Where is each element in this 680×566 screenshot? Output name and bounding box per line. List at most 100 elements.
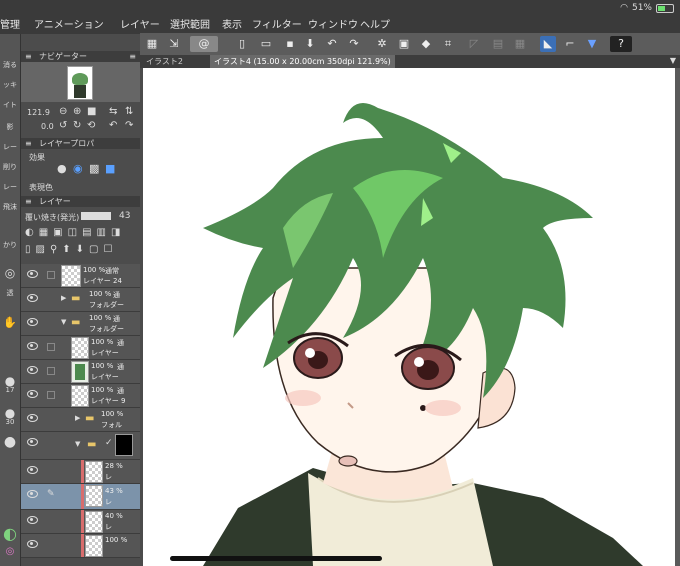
zoom-icon[interactable]: ◎ xyxy=(0,266,20,280)
menu-help[interactable]: ヘルプ xyxy=(360,16,390,31)
tool-splash[interactable]: 飛沫 xyxy=(0,202,20,212)
home-indicator[interactable] xyxy=(170,556,382,561)
color-ring-icon[interactable]: ◎ xyxy=(0,546,20,557)
color-wheel-icon[interactable]: ◐ xyxy=(0,524,20,543)
layer-row[interactable]: 100 % 通常 レイヤー 24 xyxy=(21,264,140,288)
drawing-canvas[interactable] xyxy=(143,68,675,566)
eye-icon[interactable] xyxy=(27,318,38,326)
layer-row[interactable]: 100 % 通 レイヤー xyxy=(21,360,140,384)
layer-row[interactable]: 100 % 通 レイヤー xyxy=(21,336,140,360)
folder-expand-icon[interactable]: ▶ xyxy=(61,294,66,302)
tool-sketch[interactable]: ッキ xyxy=(0,80,20,90)
layer-row-selected[interactable]: ✎ 43 % レ xyxy=(21,484,140,510)
rotate-ccw-icon[interactable]: ↶ xyxy=(109,120,117,131)
open-folder-icon[interactable]: ▭ xyxy=(258,36,274,52)
tool-kari[interactable]: かり xyxy=(0,240,20,250)
tool-light[interactable]: イト xyxy=(0,100,20,110)
eye-icon[interactable] xyxy=(27,414,38,422)
menu-manage[interactable]: 管理 xyxy=(0,16,20,31)
tab-illust2[interactable]: イラスト2 xyxy=(142,55,187,68)
tab-menu-icon[interactable]: ▼ xyxy=(670,56,676,65)
rotate-cw-icon[interactable]: ↷ xyxy=(125,120,133,131)
layer-tools-row2[interactable]: ▯▨⚲⬆⬇▢☐ xyxy=(25,244,136,260)
blend-mode-select[interactable]: 覆い焼き(発光) xyxy=(25,212,79,223)
eye-icon[interactable] xyxy=(27,438,38,446)
effect-checker-icon[interactable]: ▩ xyxy=(89,162,99,175)
tool-erase[interactable]: 消る xyxy=(0,60,20,70)
zoom-in-icon[interactable]: ⊕ xyxy=(73,106,81,117)
folder-collapse-icon[interactable]: ▼ xyxy=(61,318,66,326)
transform-icon[interactable]: ⇲ xyxy=(166,36,182,52)
eye-icon[interactable] xyxy=(27,490,38,498)
snap-grid-icon[interactable]: ▤ xyxy=(490,36,506,52)
swirl-icon[interactable]: @ xyxy=(190,36,218,52)
eye-icon[interactable] xyxy=(27,342,38,350)
rotate-reset-icon[interactable]: ⟲ xyxy=(87,120,95,131)
effect-tone-icon[interactable]: ◉ xyxy=(73,162,83,175)
menu-animation[interactable]: アニメーション xyxy=(34,16,104,31)
layer-row[interactable]: 28 % レ xyxy=(21,460,140,484)
folder-collapse-icon[interactable]: ▼ xyxy=(75,440,80,448)
fill-icon[interactable]: ◆ xyxy=(418,36,434,52)
snap-off-icon[interactable]: ◸ xyxy=(466,36,482,52)
effect-color-icon[interactable]: ■ xyxy=(105,162,115,175)
layer-row[interactable]: ▶ ▬ 100 % 通 フォルダー xyxy=(21,288,140,312)
loading-icon[interactable]: ✲ xyxy=(374,36,390,52)
layer-row[interactable]: ▼ ▬ 100 % 通 フォルダー xyxy=(21,312,140,336)
menu-layer[interactable]: レイヤー xyxy=(120,16,160,31)
tool-ray1[interactable]: レー xyxy=(0,142,20,152)
layer-row[interactable]: 100 % xyxy=(21,534,140,558)
redo-icon[interactable]: ↷ xyxy=(346,36,362,52)
fit-icon[interactable]: ■ xyxy=(87,106,96,117)
eye-icon[interactable] xyxy=(27,516,38,524)
lock-checkbox[interactable] xyxy=(47,391,55,399)
eye-icon[interactable] xyxy=(27,466,38,474)
layer-row[interactable]: 40 % レ xyxy=(21,510,140,534)
brush-dot3-icon[interactable]: ● xyxy=(0,434,20,450)
menu-view[interactable]: 表示 xyxy=(222,16,242,31)
lock-checkbox[interactable] xyxy=(47,343,55,351)
ruler-icon[interactable]: ◣ xyxy=(540,36,556,52)
tool-toumei[interactable]: 透 xyxy=(0,288,20,298)
canvas-scrollbar[interactable] xyxy=(675,68,680,566)
rotate-left-icon[interactable]: ↺ xyxy=(59,120,67,131)
opacity-slider[interactable] xyxy=(81,212,111,220)
save-icon[interactable]: ▪ xyxy=(282,36,298,52)
grid-menu-icon[interactable]: ▦ xyxy=(144,36,160,52)
layer-row[interactable]: ▶ ▬ 100 % フォル xyxy=(21,408,140,432)
eye-icon[interactable] xyxy=(27,366,38,374)
hand-icon[interactable]: ✋ xyxy=(0,316,20,329)
tool-shadow[interactable]: 影 xyxy=(0,122,20,132)
check-icon[interactable]: ✓ xyxy=(105,438,113,448)
brush-settings-icon[interactable]: ⌐ xyxy=(562,36,578,52)
flip-v-icon[interactable]: ⇅ xyxy=(125,106,133,117)
snap-special-icon[interactable]: ▦ xyxy=(512,36,528,52)
crop-icon[interactable]: ⌗ xyxy=(440,36,456,52)
rotate-right-icon[interactable]: ↻ xyxy=(73,120,81,131)
tab-illust4[interactable]: イラスト4 (15.00 x 20.00cm 350dpi 121.9%) xyxy=(210,55,395,68)
menu-window[interactable]: ウィンドウ xyxy=(308,16,358,31)
panel-menu-icon[interactable]: ≡ xyxy=(129,51,136,62)
menu-filter[interactable]: フィルター xyxy=(252,16,302,31)
eye-icon[interactable] xyxy=(27,540,38,548)
tool-shave[interactable]: 削り xyxy=(0,162,20,172)
undo-icon[interactable]: ↶ xyxy=(324,36,340,52)
layer-tools-row1[interactable]: ◐▦▣◫▤▥◨ xyxy=(25,227,136,243)
menu-selection[interactable]: 選択範囲 xyxy=(170,16,210,31)
flip-h-icon[interactable]: ⇆ xyxy=(109,106,117,117)
eye-icon[interactable] xyxy=(27,294,38,302)
tool-ray2[interactable]: レー xyxy=(0,182,20,192)
lock-checkbox[interactable] xyxy=(47,367,55,375)
effect-border-icon[interactable]: ● xyxy=(57,162,67,175)
navigator-preview[interactable] xyxy=(21,62,140,102)
help-icon[interactable]: ? xyxy=(610,36,632,52)
export-icon[interactable]: ⬇ xyxy=(302,36,318,52)
pen-icon[interactable]: ▼ xyxy=(584,36,600,52)
new-file-icon[interactable]: ▯ xyxy=(234,36,250,52)
clear-icon[interactable]: ▣ xyxy=(396,36,412,52)
layer-row[interactable]: ▼ ▬ ✓ xyxy=(21,432,140,460)
eye-icon[interactable] xyxy=(27,270,38,278)
zoom-out-icon[interactable]: ⊖ xyxy=(59,106,67,117)
folder-expand-icon[interactable]: ▶ xyxy=(75,414,80,422)
layer-row[interactable]: 100 % 通 レイヤー 9 xyxy=(21,384,140,408)
